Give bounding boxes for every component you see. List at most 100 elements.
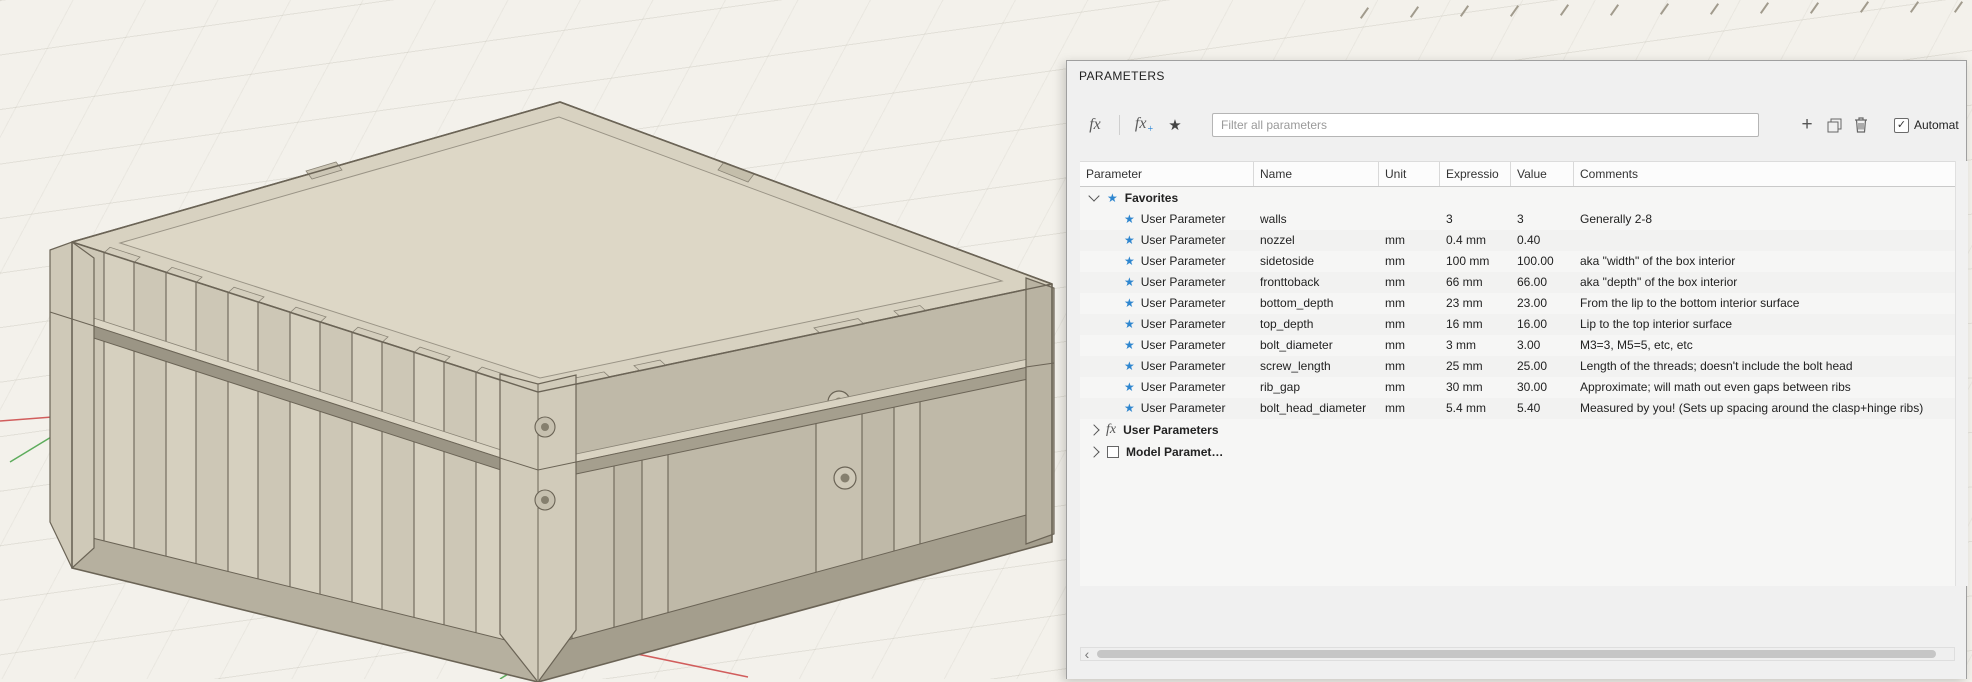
param-unit: mm: [1379, 314, 1440, 335]
param-expression[interactable]: 23 mm: [1440, 293, 1511, 314]
fx-icon[interactable]: fx: [1083, 116, 1107, 134]
scrollbar-thumb[interactable]: [1097, 650, 1936, 658]
section-label: Favorites: [1125, 191, 1178, 205]
model-cube-icon: [1107, 446, 1119, 458]
param-expression[interactable]: 5.4 mm: [1440, 398, 1511, 419]
param-name[interactable]: bottom_depth: [1254, 293, 1379, 314]
param-expression[interactable]: 3: [1440, 209, 1511, 230]
param-value: 23.00: [1511, 293, 1574, 314]
param-comment[interactable]: aka "width" of the box interior: [1574, 251, 1955, 272]
param-comment[interactable]: Length of the threads; doesn't include t…: [1574, 356, 1955, 377]
param-name[interactable]: fronttoback: [1254, 272, 1379, 293]
param-value: 5.40: [1511, 398, 1574, 419]
param-comment[interactable]: Generally 2-8: [1574, 209, 1955, 230]
delete-icon[interactable]: [1854, 117, 1868, 133]
col-name[interactable]: Name: [1254, 162, 1379, 186]
favorites-filter-star-icon[interactable]: ★: [1166, 116, 1184, 134]
fx-add-icon[interactable]: fx+: [1132, 115, 1156, 135]
param-unit: mm: [1379, 335, 1440, 356]
param-name[interactable]: nozzel: [1254, 230, 1379, 251]
param-unit: [1379, 209, 1440, 230]
param-name[interactable]: bolt_diameter: [1254, 335, 1379, 356]
chevron-right-icon[interactable]: [1088, 446, 1099, 457]
param-comment[interactable]: [1574, 230, 1955, 251]
param-value: 25.00: [1511, 356, 1574, 377]
col-comments[interactable]: Comments: [1574, 162, 1955, 186]
chevron-right-icon[interactable]: [1088, 424, 1099, 435]
checkbox-check-icon[interactable]: ✓: [1894, 118, 1909, 133]
favorite-star-icon[interactable]: ★: [1124, 293, 1135, 314]
table-row[interactable]: ★User Parameter sidetoside mm 100 mm 100…: [1080, 251, 1955, 272]
param-name[interactable]: screw_length: [1254, 356, 1379, 377]
col-unit[interactable]: Unit: [1379, 162, 1440, 186]
table-row[interactable]: ★User Parameter bolt_diameter mm 3 mm 3.…: [1080, 335, 1955, 356]
section-favorites[interactable]: ★ Favorites: [1080, 187, 1955, 209]
param-comment[interactable]: M3=3, M5=5, etc, etc: [1574, 335, 1955, 356]
3d-model-rugged-box[interactable]: [0, 82, 1060, 682]
param-expression[interactable]: 3 mm: [1440, 335, 1511, 356]
param-expression[interactable]: 100 mm: [1440, 251, 1511, 272]
param-expression[interactable]: 16 mm: [1440, 314, 1511, 335]
table-row[interactable]: ★ User Parameter screw_length mm 25 mm 25…: [1080, 356, 1955, 377]
dialog-title[interactable]: PARAMETERS: [1067, 61, 1966, 91]
param-name[interactable]: top_depth: [1254, 314, 1379, 335]
param-unit: mm: [1379, 293, 1440, 314]
parameter-type: User Parameter: [1141, 314, 1226, 335]
param-comment[interactable]: Measured by you! (Sets up spacing around…: [1574, 398, 1955, 419]
section-model-parameters[interactable]: Model Paramet…: [1080, 441, 1955, 463]
filter-parameters-input[interactable]: [1212, 113, 1759, 137]
table-row[interactable]: ★User Parameter nozzel mm 0.4 mm 0.40: [1080, 230, 1955, 251]
param-expression[interactable]: 25 mm: [1440, 356, 1511, 377]
param-value: 16.00: [1511, 314, 1574, 335]
favorite-star-icon[interactable]: ★: [1124, 356, 1135, 377]
param-expression[interactable]: 0.4 mm: [1440, 230, 1511, 251]
section-label: Model Paramet…: [1126, 445, 1223, 459]
table-row[interactable]: ★User Parameter fronttoback mm 66 mm 66.…: [1080, 272, 1955, 293]
favorite-star-icon[interactable]: ★: [1124, 272, 1135, 293]
auto-update-checkbox[interactable]: ✓ Automat: [1894, 118, 1959, 133]
favorite-star-icon[interactable]: ★: [1124, 209, 1135, 230]
vertical-scrollbar[interactable]: [1955, 161, 1968, 586]
favorite-star-icon[interactable]: ★: [1124, 398, 1135, 419]
favorite-star-icon[interactable]: ★: [1124, 314, 1135, 335]
horizontal-scrollbar[interactable]: ‹: [1080, 647, 1955, 661]
table-row[interactable]: ★ User Parameter top_depth mm 16 mm 16.00…: [1080, 314, 1955, 335]
col-expression[interactable]: Expressio: [1440, 162, 1511, 186]
table-row[interactable]: ★User Parameter bolt_head_diameter mm 5.…: [1080, 398, 1955, 419]
favorite-star-icon[interactable]: ★: [1124, 377, 1135, 398]
param-comment[interactable]: Approximate; will math out even gaps bet…: [1574, 377, 1955, 398]
param-comment[interactable]: From the lip to the bottom interior surf…: [1574, 293, 1955, 314]
param-name[interactable]: walls: [1254, 209, 1379, 230]
dialog-toolbar: fx fx+ ★ + ✓ Automat: [1067, 109, 1966, 141]
param-value: 30.00: [1511, 377, 1574, 398]
chevron-down-icon[interactable]: [1088, 190, 1099, 201]
fx-icon: fx: [1106, 422, 1116, 438]
param-name[interactable]: sidetoside: [1254, 251, 1379, 272]
table-row[interactable]: ★User Parameter walls 3 3 Generally 2-8: [1080, 209, 1955, 230]
param-unit: mm: [1379, 272, 1440, 293]
param-name[interactable]: bolt_head_diameter: [1254, 398, 1379, 419]
param-unit: mm: [1379, 356, 1440, 377]
favorite-star-icon[interactable]: ★: [1124, 230, 1135, 251]
section-user-parameters[interactable]: fx User Parameters: [1080, 419, 1955, 441]
parameter-type: User Parameter: [1141, 209, 1226, 230]
param-comment[interactable]: aka "depth" of the box interior: [1574, 272, 1955, 293]
add-parameter-icon[interactable]: +: [1799, 117, 1815, 133]
favorite-star-icon[interactable]: ★: [1124, 335, 1135, 356]
favorite-star-icon[interactable]: ★: [1124, 251, 1135, 272]
table-row[interactable]: ★User Parameter rib_gap mm 30 mm 30.00 A…: [1080, 377, 1955, 398]
param-comment[interactable]: Lip to the top interior surface: [1574, 314, 1955, 335]
scroll-left-arrow-icon[interactable]: ‹: [1081, 649, 1093, 659]
col-parameter[interactable]: Parameter: [1080, 162, 1254, 186]
param-expression[interactable]: 66 mm: [1440, 272, 1511, 293]
parameter-type: User Parameter: [1141, 356, 1226, 377]
col-value[interactable]: Value: [1511, 162, 1574, 186]
param-name[interactable]: rib_gap: [1254, 377, 1379, 398]
param-value: 66.00: [1511, 272, 1574, 293]
table-row[interactable]: ★User Parameter bottom_depth mm 23 mm 23…: [1080, 293, 1955, 314]
param-unit: mm: [1379, 377, 1440, 398]
copy-icon[interactable]: [1827, 118, 1842, 133]
parameter-type: User Parameter: [1141, 335, 1226, 356]
favorites-star-icon: ★: [1107, 191, 1118, 205]
param-expression[interactable]: 30 mm: [1440, 377, 1511, 398]
